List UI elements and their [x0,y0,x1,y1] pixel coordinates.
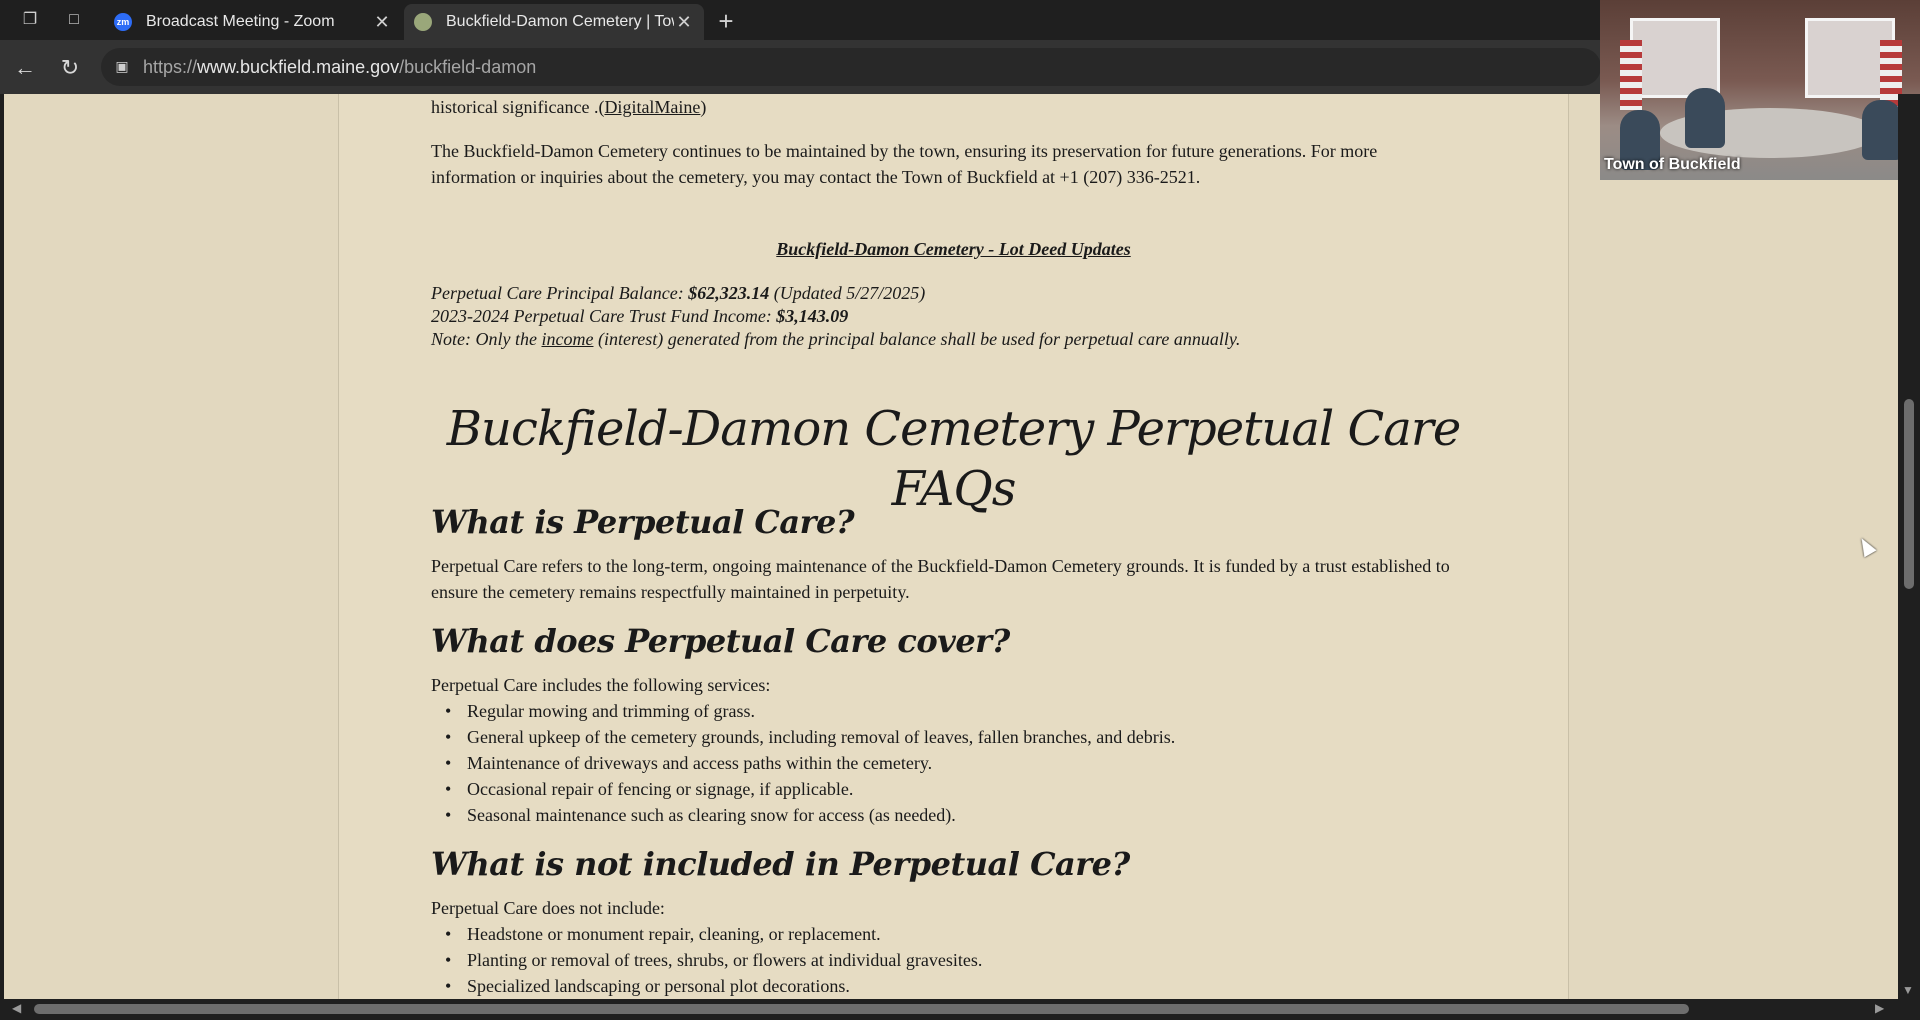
tab-title: Broadcast Meeting - Zoom [146,13,335,30]
list-item: Seasonal maintenance such as clearing sn… [431,802,1175,828]
principal-balance-line: Perpetual Care Principal Balance: $62,32… [431,282,1451,305]
income-label: 2023-2024 Perpetual Care Trust Fund Inco… [431,306,777,326]
balance-note: (Updated 5/27/2025) [769,283,926,303]
url-path: /buckfield-damon [399,57,537,77]
vertical-tabs-icon[interactable]: □ [61,8,87,32]
list-item: Specialized landscaping or personal plot… [431,973,982,999]
url-text[interactable]: https://www.buckfield.maine.gov/buckfiel… [143,57,536,78]
tab-cemetery[interactable]: Buckfield-Damon Cemetery | Tow ✕ [404,4,704,40]
list-item: Occasional repair of fencing or signage,… [431,776,1175,802]
scroll-left-arrow-icon[interactable]: ◀ [12,1001,21,1015]
question-what-does-it-cover: What does Perpetual Care cover? [431,622,1010,660]
list-item: General upkeep of the cemetery grounds, … [431,724,1175,750]
historical-text: historical significance .(DigitalMaine) [431,94,706,120]
vertical-scrollbar[interactable]: ▼ [1898,94,1920,999]
zoom-video-overlay[interactable]: Town of Buckfield [1600,0,1920,180]
historical-text-start: historical significance .( [431,97,605,117]
tab-title: Buckfield-Damon Cemetery | Tow [446,13,674,30]
meeting-participant [1862,100,1902,160]
income-line: 2023-2024 Perpetual Care Trust Fund Inco… [431,305,1451,328]
list-item: Planting or removal of trees, shrubs, or… [431,947,982,973]
list-item: Maintenance of driveways and access path… [431,750,1175,776]
close-tab-icon[interactable]: ✕ [372,12,392,33]
horizontal-scroll-thumb[interactable] [34,1004,1689,1014]
balance-label: Perpetual Care Principal Balance: [431,283,689,303]
video-label: Town of Buckfield [1604,156,1741,173]
site-favicon-icon [414,13,432,31]
note-post: (interest) generated from the principal … [593,329,1241,349]
lot-deed-updates-link[interactable]: Buckfield-Damon Cemetery - Lot Deed Upda… [431,236,1476,262]
tab-zoom[interactable]: zm Broadcast Meeting - Zoom ✕ [104,4,402,40]
cover-list: Regular mowing and trimming of grass. Ge… [431,698,1175,828]
scroll-right-arrow-icon[interactable]: ▶ [1875,1001,1884,1015]
balance-info: Perpetual Care Principal Balance: $62,32… [431,282,1451,351]
close-tab-icon[interactable]: ✕ [674,12,694,33]
not-included-intro: Perpetual Care does not include: [431,898,665,918]
maintenance-paragraph: The Buckfield-Damon Cemetery continues t… [431,141,1378,187]
scroll-down-arrow-icon[interactable]: ▼ [1902,983,1914,997]
historical-text-close: ) [700,97,707,117]
vertical-scroll-thumb[interactable] [1904,399,1914,589]
digitalmaine-link[interactable]: DigitalMaine [604,97,700,117]
not-included-list: Headstone or monument repair, cleaning, … [431,921,982,999]
video-window [1630,18,1720,98]
question-not-included: What is not included in Perpetual Care? [431,845,1130,883]
faq-title: Buckfield-Damon Cemetery Perpetual Care … [446,401,1461,517]
balance-value: $62,323.14 [688,283,770,303]
note-pre: Note: Only the [431,329,542,349]
list-item: Regular mowing and trimming of grass. [431,698,1175,724]
back-arrow-icon[interactable]: ← [10,53,40,83]
note-line: Note: Only the income (interest) generat… [431,328,1451,351]
meeting-participant [1685,88,1725,148]
question-what-is-perpetual-care: What is Perpetual Care? [431,503,855,541]
url-domain: www.buckfield.maine.gov [197,57,400,77]
list-item: Headstone or monument repair, cleaning, … [431,921,982,947]
page-viewport: historical significance .(DigitalMaine) … [4,94,1898,999]
answer-what-is-perpetual-care: Perpetual Care refers to the long-term, … [431,556,1450,602]
new-tab-icon[interactable]: + [711,6,741,37]
income-value: $3,143.09 [776,306,849,326]
horizontal-scrollbar[interactable]: ◀ ▶ [0,999,1920,1020]
url-prefix: https:// [143,57,198,77]
lock-icon[interactable]: ▣ [113,57,131,75]
cover-intro: Perpetual Care includes the following se… [431,675,771,695]
reload-icon[interactable]: ↻ [55,53,85,83]
zoom-favicon-icon: zm [114,13,132,31]
page-content-column: historical significance .(DigitalMaine) … [338,94,1569,999]
flag-image [1620,40,1642,110]
income-link: income [541,329,594,349]
workspaces-icon[interactable]: ❐ [17,8,43,32]
address-bar[interactable]: ▣ https://www.buckfield.maine.gov/buckfi… [101,48,1601,86]
